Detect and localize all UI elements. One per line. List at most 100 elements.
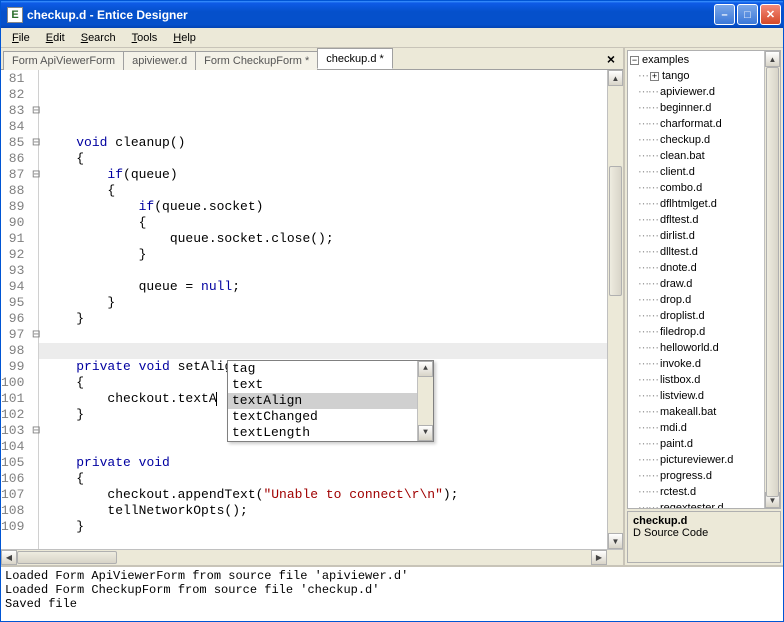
tree-folder[interactable]: −examples	[630, 52, 764, 68]
tree-file[interactable]: ⋯⋯progress.d	[630, 468, 764, 484]
scroll-right-icon[interactable]: ▶	[591, 550, 607, 565]
code-line[interactable]: {	[45, 151, 607, 167]
tab[interactable]: apiviewer.d	[123, 51, 196, 70]
autocomplete-item[interactable]: text	[228, 377, 417, 393]
tree-file[interactable]: ⋯⋯client.d	[630, 164, 764, 180]
code-line[interactable]: {	[45, 471, 607, 487]
scroll-down-icon[interactable]: ▼	[418, 425, 433, 441]
scroll-track[interactable]	[608, 86, 623, 533]
expand-icon[interactable]: −	[630, 56, 639, 65]
tree-file[interactable]: ⋯⋯dnote.d	[630, 260, 764, 276]
scroll-thumb[interactable]	[17, 551, 117, 564]
code-line[interactable]: {	[45, 183, 607, 199]
scroll-track[interactable]	[765, 67, 780, 492]
code-line[interactable]: tellNetworkOpts();	[45, 503, 607, 519]
code-line[interactable]: queue = null;	[45, 279, 607, 295]
scroll-thumb[interactable]	[609, 166, 622, 296]
code-line[interactable]	[45, 535, 607, 549]
tree-file[interactable]: ⋯⋯filedrop.d	[630, 324, 764, 340]
autocomplete-item[interactable]: textChanged	[228, 409, 417, 425]
code-line[interactable]	[45, 343, 607, 359]
code-line[interactable]: queue.socket.close();	[45, 231, 607, 247]
tree-file[interactable]: ⋯⋯beginner.d	[630, 100, 764, 116]
maximize-button[interactable]: □	[737, 4, 758, 25]
titlebar[interactable]: E checkup.d - Entice Designer – □ ✕	[1, 1, 783, 28]
tree-file[interactable]: ⋯⋯listview.d	[630, 388, 764, 404]
code-line[interactable]	[45, 327, 607, 343]
tree-file[interactable]: ⋯⋯listbox.d	[630, 372, 764, 388]
tree-file[interactable]: ⋯⋯invoke.d	[630, 356, 764, 372]
tree-file[interactable]: ⋯⋯pictureviewer.d	[630, 452, 764, 468]
tree-file[interactable]: ⋯⋯droplist.d	[630, 308, 764, 324]
code-line[interactable]: void cleanup()	[45, 135, 607, 151]
tree-file[interactable]: ⋯⋯apiviewer.d	[630, 84, 764, 100]
code-line[interactable]: }	[45, 519, 607, 535]
menu-edit[interactable]: Edit	[39, 30, 72, 46]
code-area[interactable]: tagtexttextAligntextChangedtextLength ▲ …	[39, 70, 607, 549]
tab[interactable]: Form ApiViewerForm	[3, 51, 124, 70]
tabbar: Form ApiViewerFormapiviewer.dForm Checku…	[1, 48, 623, 70]
scroll-track[interactable]	[17, 550, 591, 565]
code-line[interactable]: if(queue.socket)	[45, 199, 607, 215]
code-line[interactable]: private void	[45, 455, 607, 471]
code-line[interactable]: if(queue)	[45, 167, 607, 183]
line-number: 87 ⊟	[1, 167, 36, 183]
scroll-down-icon[interactable]: ▼	[608, 533, 623, 549]
autocomplete-item[interactable]: tag	[228, 361, 417, 377]
minimize-icon: –	[721, 9, 727, 21]
output-line: Loaded Form ApiViewerForm from source fi…	[5, 569, 779, 583]
menu-search[interactable]: Search	[74, 30, 123, 46]
code-line[interactable]: checkout.appendText("Unable to connect\r…	[45, 487, 607, 503]
tree-file[interactable]: ⋯⋯charformat.d	[630, 116, 764, 132]
tree-file[interactable]: ⋯⋯helloworld.d	[630, 340, 764, 356]
expand-icon[interactable]: +	[650, 72, 659, 81]
tree-file[interactable]: ⋯⋯combo.d	[630, 180, 764, 196]
menu-help[interactable]: Help	[166, 30, 203, 46]
tree-file[interactable]: ⋯⋯dflhtmlget.d	[630, 196, 764, 212]
code-line[interactable]	[45, 263, 607, 279]
code-line[interactable]: }	[45, 247, 607, 263]
scroll-up-icon[interactable]: ▲	[608, 70, 623, 86]
code-line[interactable]	[45, 119, 607, 135]
tree-file[interactable]: ⋯⋯draw.d	[630, 276, 764, 292]
scroll-left-icon[interactable]: ◀	[1, 550, 17, 565]
line-number: 94	[1, 279, 36, 295]
tab[interactable]: Form CheckupForm *	[195, 51, 318, 70]
line-number: 108	[1, 503, 36, 519]
tree-file[interactable]: ⋯⋯mdi.d	[630, 420, 764, 436]
line-number-gutter: 81 82 83 ⊟ 84 85 ⊟ 86 87 ⊟ 88 89 90 91 9…	[1, 70, 39, 549]
tree-file[interactable]: ⋯⋯paint.d	[630, 436, 764, 452]
autocomplete-item[interactable]: textAlign	[228, 393, 417, 409]
tree-file[interactable]: ⋯⋯drop.d	[630, 292, 764, 308]
tree-label: regextester.d	[660, 500, 724, 508]
tree-file[interactable]: ⋯⋯rctest.d	[630, 484, 764, 500]
menu-file[interactable]: File	[5, 30, 37, 46]
tree-file[interactable]: ⋯⋯dlltest.d	[630, 244, 764, 260]
minimize-button[interactable]: –	[714, 4, 735, 25]
code-line[interactable]: {	[45, 215, 607, 231]
tree-label: dfltest.d	[660, 212, 699, 228]
tree-file[interactable]: ⋯⋯dfltest.d	[630, 212, 764, 228]
editor-horizontal-scrollbar[interactable]: ◀ ▶	[1, 549, 623, 565]
editor-vertical-scrollbar[interactable]: ▲ ▼	[607, 70, 623, 549]
tree-file[interactable]: ⋯⋯regextester.d	[630, 500, 764, 508]
autocomplete-item[interactable]: textLength	[228, 425, 417, 441]
tab[interactable]: checkup.d *	[317, 48, 392, 69]
tree-file[interactable]: ⋯⋯makeall.bat	[630, 404, 764, 420]
scroll-thumb[interactable]	[766, 67, 779, 497]
code-line[interactable]: }	[45, 311, 607, 327]
tab-close-button[interactable]: ×	[601, 51, 621, 67]
tree-file[interactable]: ⋯⋯checkup.d	[630, 132, 764, 148]
tree-file[interactable]: ⋯⋯clean.bat	[630, 148, 764, 164]
scroll-up-icon[interactable]: ▲	[765, 51, 780, 67]
tree-folder[interactable]: ⋯+tango	[630, 68, 764, 84]
scroll-track[interactable]	[418, 377, 433, 425]
scroll-up-icon[interactable]: ▲	[418, 361, 433, 377]
tree-scrollbar[interactable]: ▲ ▼	[764, 51, 780, 508]
code-line[interactable]: }	[45, 295, 607, 311]
file-tree[interactable]: −examples⋯+tango⋯⋯apiviewer.d⋯⋯beginner.…	[628, 51, 764, 508]
close-button[interactable]: ✕	[760, 4, 781, 25]
autocomplete-scrollbar[interactable]: ▲ ▼	[417, 361, 433, 441]
tree-file[interactable]: ⋯⋯dirlist.d	[630, 228, 764, 244]
menu-tools[interactable]: Tools	[125, 30, 165, 46]
